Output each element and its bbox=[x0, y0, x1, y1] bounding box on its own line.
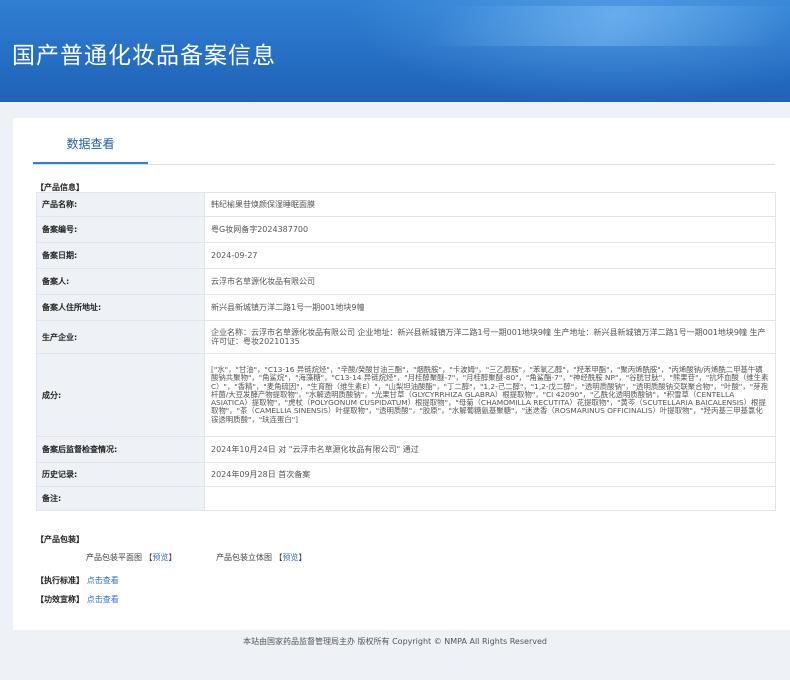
bracket: 】 bbox=[298, 553, 307, 562]
table-row: 备注: bbox=[36, 486, 776, 511]
row-key: 产品名称: bbox=[36, 192, 205, 217]
claims-heading: 【功效宣称】 bbox=[36, 595, 84, 604]
row-value: 2024-09-27 bbox=[204, 242, 776, 269]
footer-copyright: 本站由国家药品监督管理局主办 版权所有 Copyright © NMPA All… bbox=[243, 637, 547, 646]
row-value: 2024年09月28日 首次备案 bbox=[204, 462, 776, 487]
row-key: 备案编号: bbox=[36, 216, 205, 243]
product-info-table: 产品名称: 韩纪榆果苷焕颜保湿睡眠面膜 备案编号: 粤G妆网备字20243877… bbox=[36, 192, 776, 511]
standard-heading: 【执行标准】 bbox=[36, 576, 84, 585]
preview-solid-link[interactable]: 预览 bbox=[283, 553, 299, 562]
table-row: 产品名称: 韩纪榆果苷焕颜保湿睡眠面膜 bbox=[36, 192, 776, 217]
packaging-heading: 【产品包装】 bbox=[36, 535, 84, 544]
standard-row: 【执行标准】 点击查看 bbox=[36, 575, 119, 586]
header-banner: 国产普通化妆品备案信息 bbox=[0, 0, 790, 102]
row-value bbox=[204, 486, 776, 511]
row-value: 新兴县新城镇万洋二路1号一期001地块9幢 bbox=[204, 294, 776, 321]
packaging-solid-label: 产品包装立体图 bbox=[216, 553, 272, 562]
standard-view-link[interactable]: 点击查看 bbox=[87, 576, 119, 585]
bracket: 】 bbox=[168, 553, 177, 562]
packaging-flat-label: 产品包装平面图 bbox=[86, 553, 142, 562]
tab-bar: 数据查看 bbox=[33, 118, 775, 165]
table-row: 备案人: 云浮市名草源化妆品有限公司 bbox=[36, 268, 776, 295]
row-value: 韩纪榆果苷焕颜保湿睡眠面膜 bbox=[204, 192, 776, 217]
page-title: 国产普通化妆品备案信息 bbox=[12, 43, 276, 69]
tab-data-view[interactable]: 数据查看 bbox=[33, 118, 148, 164]
claims-view-link[interactable]: 点击查看 bbox=[87, 595, 119, 604]
table-row: 历史记录: 2024年09月28日 首次备案 bbox=[36, 462, 776, 487]
table-row: 备案人住所地址: 新兴县新城镇万洋二路1号一期001地块9幢 bbox=[36, 294, 776, 321]
table-row: 备案日期: 2024-09-27 bbox=[36, 242, 776, 269]
packaging-solid: 产品包装立体图 【预览】 bbox=[216, 552, 307, 563]
row-key: 备案人: bbox=[36, 268, 205, 295]
banner-decoration bbox=[418, 6, 790, 46]
bracket: 【 bbox=[144, 553, 153, 562]
preview-flat-link[interactable]: 预览 bbox=[153, 553, 169, 562]
claims-row: 【功效宣称】 点击查看 bbox=[36, 594, 119, 605]
content-card: 数据查看 【产品信息】 产品名称: 韩纪榆果苷焕颜保湿睡眠面膜 备案编号: 粤G… bbox=[13, 118, 790, 630]
row-key: 备注: bbox=[36, 486, 205, 511]
row-key: 备案人住所地址: bbox=[36, 294, 205, 321]
table-row: 成分: ["水"，"甘油"，"C13-16 异链烷烃"，"辛酸/癸酸甘油三酯"，… bbox=[36, 353, 776, 437]
row-key: 生产企业: bbox=[36, 320, 205, 354]
row-value: 粤G妆网备字2024387700 bbox=[204, 216, 776, 243]
row-key: 备案后监督检查情况: bbox=[36, 436, 205, 463]
row-key: 成分: bbox=[36, 353, 205, 437]
row-value: ["水"，"甘油"，"C13-16 异链烷烃"，"辛酸/癸酸甘油三酯"，"烟酰胺… bbox=[204, 353, 776, 437]
table-row: 备案后监督检查情况: 2024年10月24日 对 "云浮市名草源化妆品有限公司"… bbox=[36, 436, 776, 463]
row-value: 2024年10月24日 对 "云浮市名草源化妆品有限公司" 通过 bbox=[204, 436, 776, 463]
packaging-flat: 产品包装平面图 【预览】 bbox=[86, 552, 177, 563]
table-row: 生产企业: 企业名称：云浮市名草源化妆品有限公司 企业地址：新兴县新城镇万洋二路… bbox=[36, 320, 776, 354]
row-value: 企业名称：云浮市名草源化妆品有限公司 企业地址：新兴县新城镇万洋二路1号一期00… bbox=[204, 320, 776, 354]
table-row: 备案编号: 粤G妆网备字2024387700 bbox=[36, 216, 776, 243]
row-key: 备案日期: bbox=[36, 242, 205, 269]
row-key: 历史记录: bbox=[36, 462, 205, 487]
bracket: 【 bbox=[274, 553, 283, 562]
row-value: 云浮市名草源化妆品有限公司 bbox=[204, 268, 776, 295]
